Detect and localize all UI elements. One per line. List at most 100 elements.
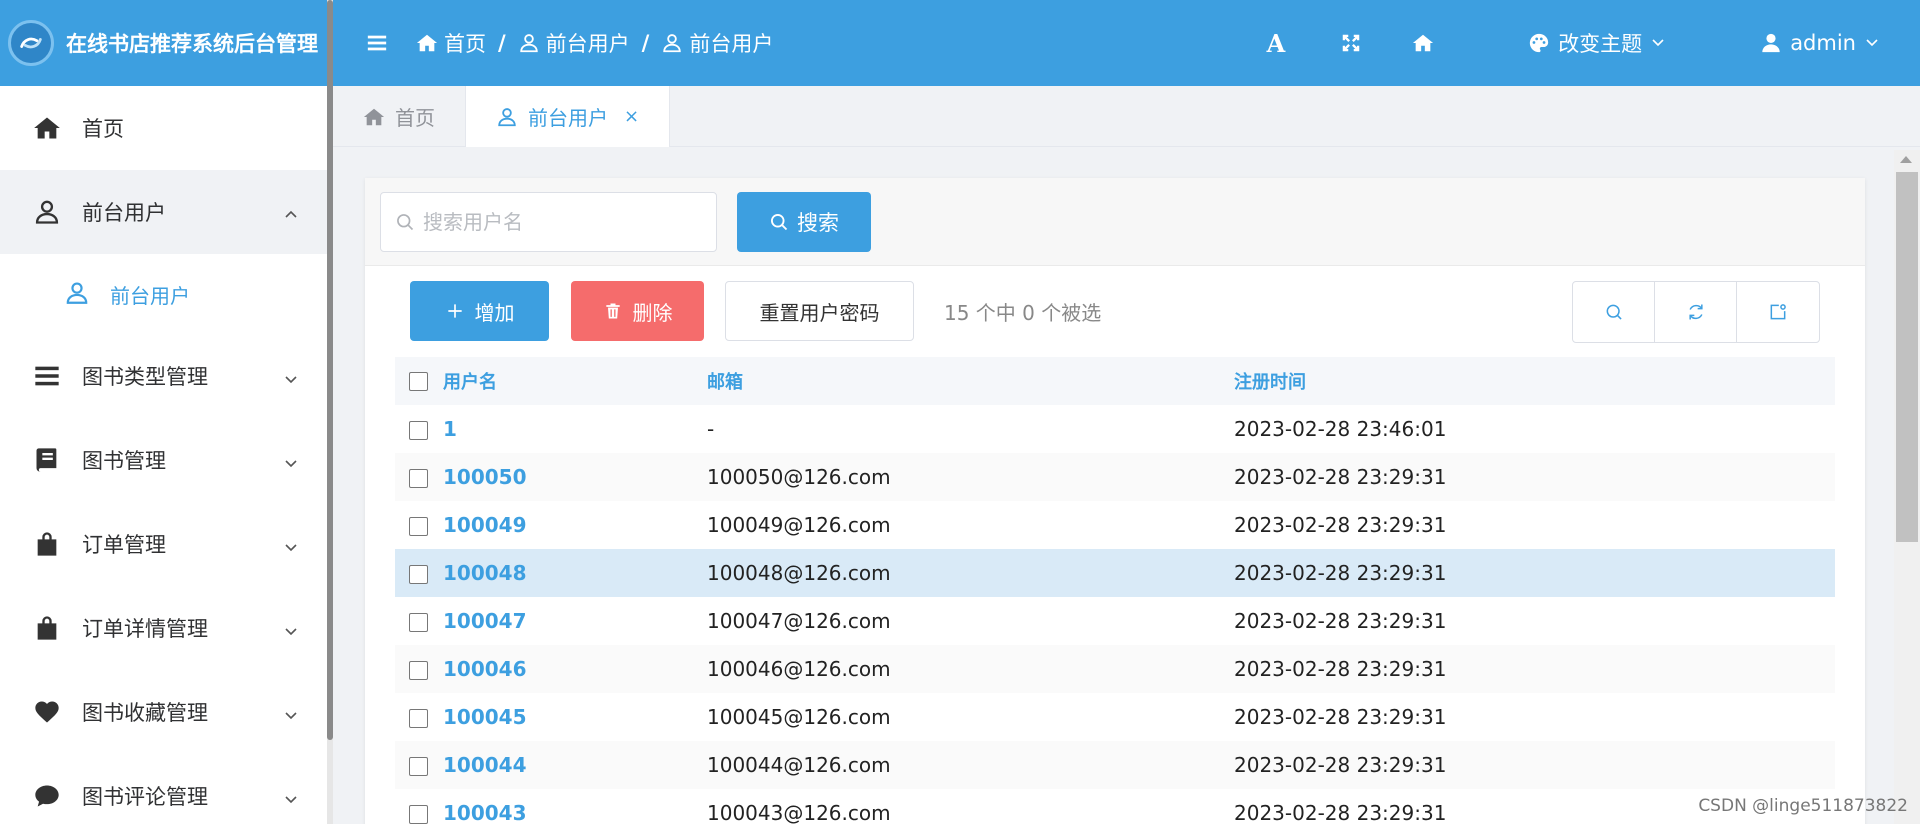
chevron-down-icon — [283, 704, 299, 720]
export-icon — [1770, 304, 1786, 320]
reset-password-button[interactable]: 重置用户密码 — [725, 281, 914, 341]
tab-label: 首页 — [395, 106, 435, 130]
chevron-down-icon — [283, 536, 299, 552]
sidebar-item-books[interactable]: 图书管理 — [0, 418, 327, 502]
user-icon — [663, 34, 682, 53]
user-dropdown[interactable]: admin — [1735, 0, 1920, 86]
breadcrumb-label: 前台用户 — [545, 32, 630, 56]
user-icon — [1762, 33, 1780, 53]
sidebar-item-book-types[interactable]: 图书类型管理 — [0, 334, 327, 418]
scroll-up-icon[interactable] — [1900, 156, 1912, 163]
sidebar-item-home[interactable]: 首页 — [0, 86, 327, 170]
search-icon — [397, 213, 414, 230]
breadcrumb-frontend-users[interactable]: 前台用户 — [518, 28, 630, 58]
table-row[interactable]: 100050 100050@126.com 2023-02-28 23:29:3… — [395, 453, 1835, 501]
fullscreen-icon — [1342, 34, 1360, 52]
chevron-up-icon — [283, 204, 299, 220]
table-row[interactable]: 1 - 2023-02-28 23:46:01 — [395, 405, 1835, 453]
username-link[interactable]: 100048 — [443, 561, 527, 585]
main-scrollbar[interactable] — [1894, 150, 1920, 824]
sidebar-item-comments[interactable]: 图书评论管理 — [0, 754, 327, 824]
close-icon[interactable]: × — [624, 106, 639, 127]
delete-button[interactable]: 删除 — [571, 281, 704, 341]
breadcrumb-separator: / — [641, 31, 650, 55]
username-link[interactable]: 100050 — [443, 465, 527, 489]
toggle-search-button[interactable] — [1573, 282, 1655, 342]
sidebar: 在线书店推荐系统后台管理 首页 前台用户 前台用户 图书类型管理 图书管理 订单… — [0, 0, 327, 824]
theme-label: 改变主题 — [1558, 32, 1643, 56]
table-row[interactable]: 100044 100044@126.com 2023-02-28 23:29:3… — [395, 741, 1835, 789]
search-field[interactable] — [380, 191, 717, 252]
row-checkbox[interactable] — [409, 517, 428, 536]
registered-cell: 2023-02-28 23:46:01 — [1234, 417, 1447, 441]
email-cell: 100045@126.com — [707, 705, 891, 729]
breadcrumb: 首页 / 前台用户 / 前台用户 — [416, 28, 773, 58]
select-all-checkbox[interactable] — [409, 372, 428, 391]
menu-toggle-icon[interactable] — [366, 32, 388, 54]
home-icon — [416, 34, 438, 52]
app-title: 在线书店推荐系统后台管理 — [66, 32, 318, 56]
palette-icon — [1530, 33, 1549, 53]
add-button-label: 增加 — [474, 300, 515, 325]
main-scrollbar-thumb[interactable] — [1896, 172, 1918, 542]
search-input[interactable] — [423, 209, 683, 234]
registered-cell: 2023-02-28 23:29:31 — [1234, 561, 1447, 585]
delete-button-label: 删除 — [632, 300, 673, 325]
username-link[interactable]: 100043 — [443, 801, 527, 824]
home-button[interactable] — [1387, 0, 1459, 86]
table-row[interactable]: 100045 100045@126.com 2023-02-28 23:29:3… — [395, 693, 1835, 741]
theme-dropdown[interactable]: 改变主题 — [1503, 0, 1691, 86]
sidebar-item-label: 前台用户 — [82, 201, 166, 225]
row-checkbox[interactable] — [409, 661, 428, 680]
sidebar-item-favorites[interactable]: 图书收藏管理 — [0, 670, 327, 754]
column-header-registered[interactable]: 注册时间 — [1234, 357, 1835, 405]
username-link[interactable]: 100046 — [443, 657, 527, 681]
sidebar-subitem-label: 前台用户 — [110, 283, 190, 308]
user-icon — [32, 197, 62, 227]
chevron-down-icon — [283, 620, 299, 636]
column-header-email[interactable]: 邮箱 — [707, 357, 1234, 405]
chevron-down-icon — [1864, 31, 1880, 55]
table-row[interactable]: 100048 100048@126.com 2023-02-28 23:29:3… — [395, 549, 1835, 597]
table-row[interactable]: 100047 100047@126.com 2023-02-28 23:29:3… — [395, 597, 1835, 645]
sidebar-item-orders[interactable]: 订单管理 — [0, 502, 327, 586]
row-checkbox[interactable] — [409, 469, 428, 488]
username-link[interactable]: 100047 — [443, 609, 527, 633]
username-link[interactable]: 100049 — [443, 513, 527, 537]
selection-info: 15 个中 0 个被选 — [944, 300, 1102, 325]
list-icon — [32, 361, 62, 391]
add-button[interactable]: 增加 — [410, 281, 549, 341]
row-checkbox[interactable] — [409, 757, 428, 776]
table-row[interactable]: 100049 100049@126.com 2023-02-28 23:29:3… — [395, 501, 1835, 549]
breadcrumb-home[interactable]: 首页 — [416, 28, 486, 58]
row-checkbox[interactable] — [409, 421, 428, 440]
refresh-button[interactable] — [1655, 282, 1737, 342]
column-header-username[interactable]: 用户名 — [443, 357, 707, 405]
sidebar-subitem-frontend-users[interactable]: 前台用户 — [0, 254, 327, 334]
search-button[interactable]: 搜索 — [737, 191, 871, 252]
fullscreen-button[interactable] — [1315, 0, 1387, 86]
row-checkbox[interactable] — [409, 565, 428, 584]
registered-cell: 2023-02-28 23:29:31 — [1234, 465, 1447, 489]
row-checkbox[interactable] — [409, 805, 428, 824]
table-row[interactable]: 100043 100043@126.com 2023-02-28 23:29:3… — [395, 789, 1835, 824]
home-icon — [32, 113, 62, 143]
tab-home[interactable]: 首页 — [333, 86, 466, 147]
sidebar-item-order-details[interactable]: 订单详情管理 — [0, 586, 327, 670]
export-button[interactable] — [1737, 282, 1819, 342]
registered-cell: 2023-02-28 23:29:31 — [1234, 753, 1447, 777]
registered-cell: 2023-02-28 23:29:31 — [1234, 513, 1447, 537]
row-checkbox[interactable] — [409, 613, 428, 632]
shopping-bag-icon — [32, 529, 62, 559]
username-link[interactable]: 100045 — [443, 705, 527, 729]
tab-frontend-users[interactable]: 前台用户 × — [466, 86, 671, 147]
table-row[interactable]: 100046 100046@126.com 2023-02-28 23:29:3… — [395, 645, 1835, 693]
sidebar-item-frontend-users[interactable]: 前台用户 — [0, 170, 327, 254]
users-table: 用户名 邮箱 注册时间 1 - 2023-02-28 23:46:01 1000… — [395, 357, 1835, 824]
breadcrumb-label: 前台用户 — [689, 32, 774, 56]
username-link[interactable]: 100044 — [443, 753, 527, 777]
email-cell: - — [707, 417, 715, 441]
row-checkbox[interactable] — [409, 709, 428, 728]
username-link[interactable]: 1 — [443, 417, 457, 441]
font-size-button[interactable]: A — [1237, 0, 1316, 86]
